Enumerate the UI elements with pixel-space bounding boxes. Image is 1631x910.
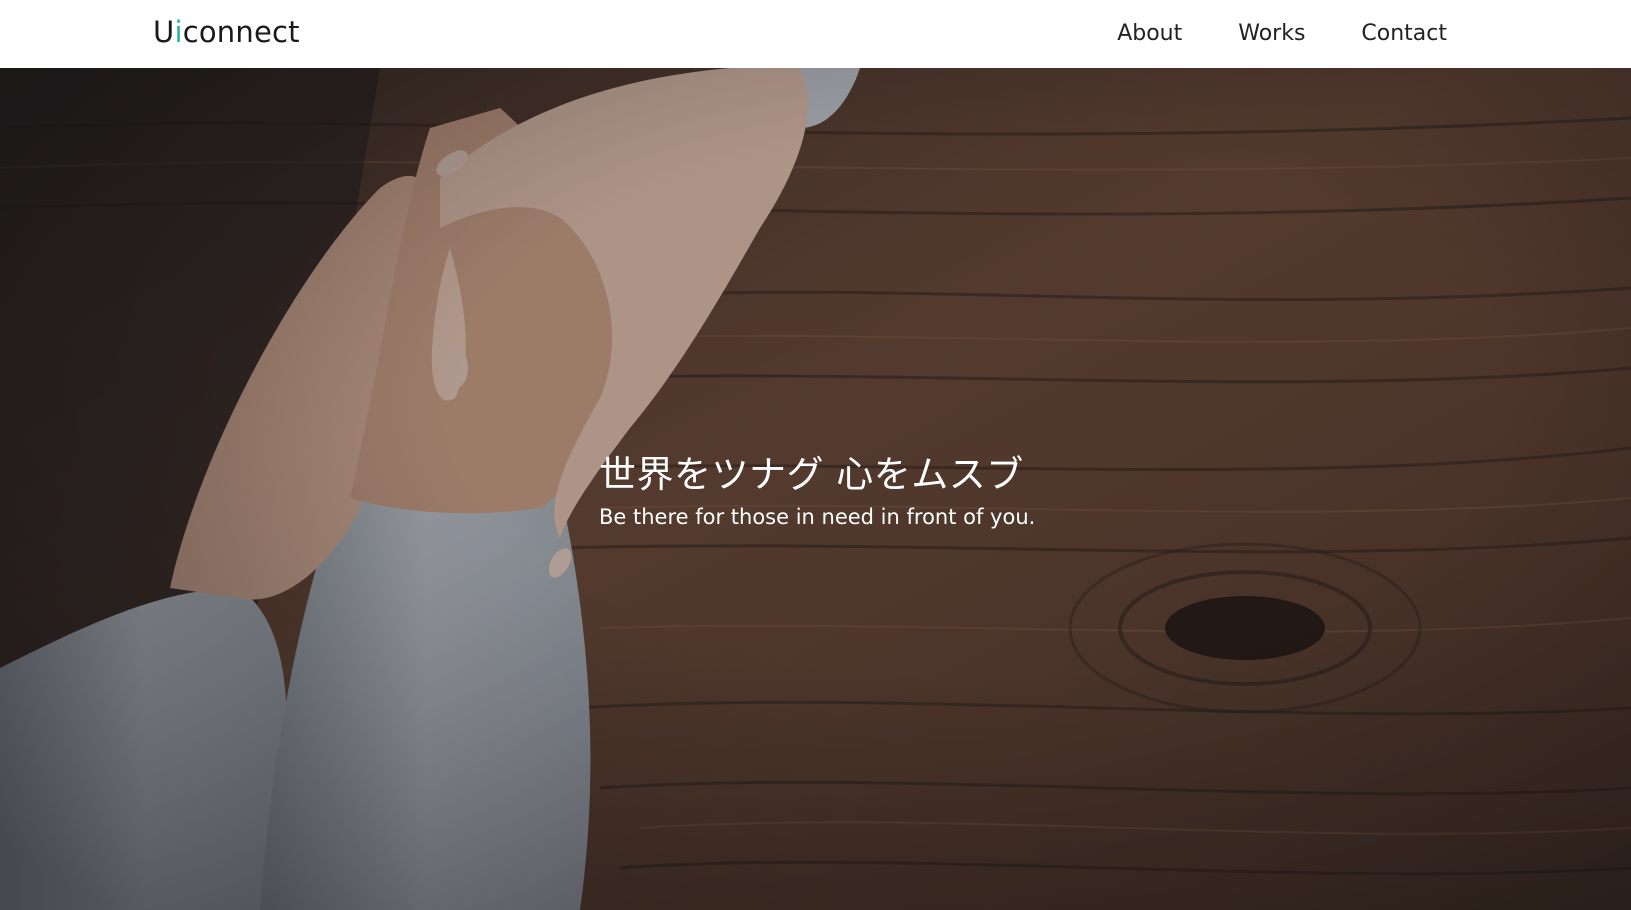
site-logo[interactable]: Uiconnect <box>153 14 300 50</box>
nav-link-contact[interactable]: Contact <box>1361 18 1447 50</box>
nav-link-about[interactable]: About <box>1117 18 1182 50</box>
logo-letter-u: U <box>153 15 175 49</box>
site-header: Uiconnect About Works Contact <box>0 0 1631 68</box>
hero-text-block: 世界をツナグ 心をムスブ Be there for those in need … <box>599 450 1035 532</box>
hero-title: 世界をツナグ 心をムスブ <box>599 453 1024 496</box>
logo-text-rest: connect <box>182 15 300 49</box>
hero-subtitle: Be there for those in need in front of y… <box>599 505 1036 529</box>
hero-section: 世界をツナグ 心をムスブ Be there for those in need … <box>0 68 1631 910</box>
nav-link-works[interactable]: Works <box>1238 18 1305 50</box>
main-nav: About Works Contact <box>1117 18 1447 50</box>
logo-accent-letter: i <box>174 15 183 49</box>
